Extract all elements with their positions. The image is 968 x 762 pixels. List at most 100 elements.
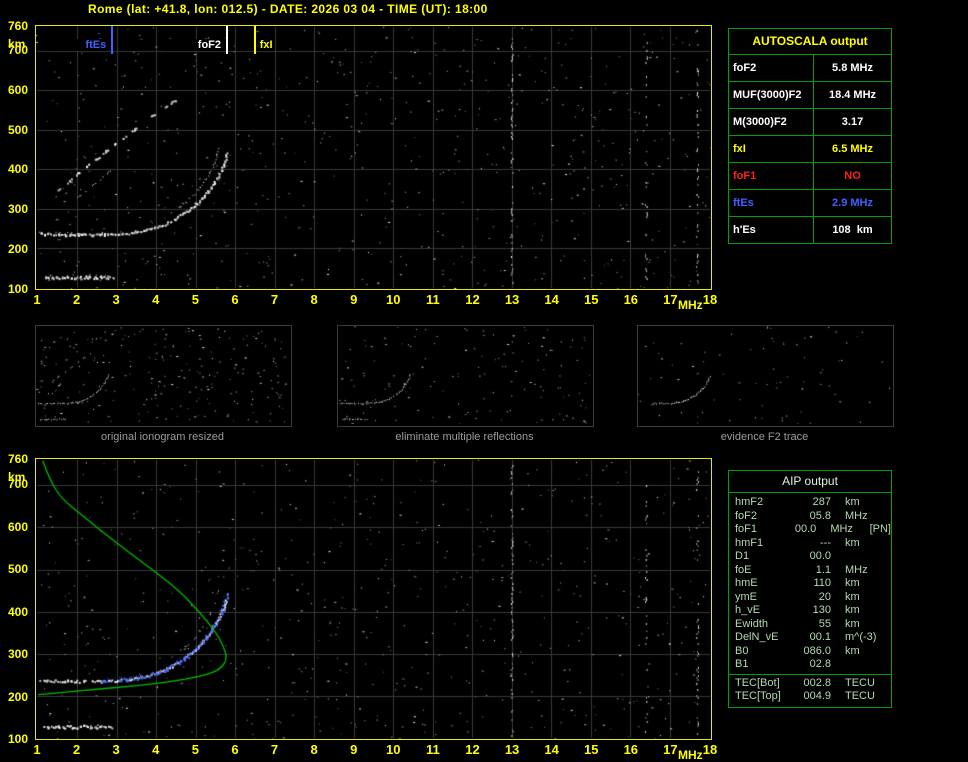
x-tick-label: 4 xyxy=(152,292,160,307)
table-row: foF2 5.8 MHz xyxy=(729,54,891,81)
y-tick-label: 300 xyxy=(8,647,29,662)
aip-row-label: hmF1 xyxy=(735,536,764,549)
aip-row-value: 00.0 xyxy=(809,550,831,562)
table-cell-label: foF2 xyxy=(729,55,814,81)
x-tick-label: 16 xyxy=(623,292,639,307)
aip-output-table: AIP output hmF2 287 km foF2 05.8 MHz foF1 00.0 M… xyxy=(728,470,892,708)
aip-row-value: 05.8 xyxy=(809,509,831,522)
aip-row-unit: MHz xyxy=(845,509,868,522)
ionogram-plot xyxy=(35,25,712,290)
x-tick-label: 8 xyxy=(310,292,318,307)
x-tick-label: 14 xyxy=(544,292,559,307)
aip-row: ymE 20 km xyxy=(729,591,891,605)
table-cell-value: 3.17 xyxy=(841,116,864,128)
table-cell-value: NO xyxy=(844,170,861,182)
thumbnail-evidence-f2-trace xyxy=(637,325,894,427)
ftEs-marker-label: ftEs xyxy=(50,39,107,51)
aip-row-extra xyxy=(889,537,891,551)
aip-row: TEC[Bot] 002.8 TECU xyxy=(729,677,891,691)
aip-row-label: DelN_vE xyxy=(735,631,779,643)
aip-row-extra xyxy=(889,658,891,672)
y-tick-label: 400 xyxy=(8,162,29,177)
x-tick-label: 2 xyxy=(72,292,81,307)
aip-row-value: 287 xyxy=(812,496,831,508)
aip-row-unit: TECU xyxy=(845,676,875,689)
table-cell-label: foF1 xyxy=(729,163,814,189)
thumbnail-eliminate-reflections xyxy=(337,325,594,427)
aip-row-value: 02.8 xyxy=(809,658,831,670)
table-row: M(3000)F2 3.17 xyxy=(729,108,891,135)
aip-row-extra xyxy=(889,631,891,645)
table-cell-value: 2.9 MHz xyxy=(832,197,873,209)
autoscala-table-rows: foF2 5.8 MHz MUF(3000)F2 18.4 MHz M(3000)F2 3… xyxy=(729,54,891,243)
table-row: h'Es 108 km xyxy=(729,216,891,243)
aip-row-label: hmE xyxy=(735,577,758,589)
y-tick-label: 100 xyxy=(8,282,29,296)
aip-row-unit: MHz xyxy=(830,523,853,535)
aip-row-extra: [PN] xyxy=(869,523,891,535)
table-cell-value: 18.4 MHz xyxy=(828,89,877,101)
table-row: ftEs 2.9 MHz xyxy=(729,189,891,216)
autoscala-table-title: AUTOSCALA output xyxy=(752,34,868,48)
aip-row-label: h_vE xyxy=(735,604,761,616)
aip-row: foE 1.1 MHz xyxy=(729,564,891,578)
aip-row: h_vE 130 km xyxy=(729,604,891,618)
aip-row-value: 00.1 xyxy=(809,631,831,643)
thumbnail-canvas xyxy=(338,326,591,424)
table-row: foF1 NO xyxy=(729,162,891,189)
x-tick-label: 12 xyxy=(465,292,480,307)
aip-row-value: 130 xyxy=(812,604,831,616)
aip-row-extra xyxy=(889,591,891,605)
thumbnail-original-ionogram xyxy=(35,325,292,427)
aip-row: hmF1 --- km xyxy=(729,537,891,551)
table-row: MUF(3000)F2 18.4 MHz xyxy=(729,81,891,108)
autoscala-window: { "title": "Rome (lat: +41.8, lon: 012.5… xyxy=(0,0,968,762)
aip-row: B0 086.0 km xyxy=(729,645,891,659)
x-tick-label: 10 xyxy=(386,292,401,307)
fxI-marker-label: fxI xyxy=(259,39,273,51)
aip-row-value: 086.0 xyxy=(803,644,831,657)
aip-row-label: B0 xyxy=(735,644,749,657)
aip-row-value: --- xyxy=(820,536,831,549)
x-axis-unit: MHz xyxy=(678,748,703,762)
aip-row-unit: km xyxy=(845,536,860,549)
y-tick-label: 500 xyxy=(8,122,29,137)
aip-row: TEC[Top] 004.9 TECU xyxy=(729,690,891,704)
aip-row-unit xyxy=(831,658,889,672)
aip-row-label: foF1 xyxy=(735,523,758,535)
thumbnail-canvas xyxy=(36,326,289,424)
aip-row-extra xyxy=(889,677,891,691)
aip-row: D1 00.0 xyxy=(729,550,891,564)
x-tick-label: 13 xyxy=(504,292,520,307)
aip-row-value: 004.9 xyxy=(803,690,831,702)
x-tick-label: 15 xyxy=(584,292,599,307)
aip-row-extra xyxy=(889,604,891,618)
y-tick-label: 400 xyxy=(8,604,29,619)
thumbnail-caption: eliminate multiple reflections xyxy=(395,431,534,443)
aip-row-unit: km xyxy=(845,617,860,630)
x-tick-label: 1 xyxy=(33,292,41,307)
x-tick-label: 6 xyxy=(231,292,239,307)
x-tick-label: 3 xyxy=(112,292,120,307)
aip-row-unit: km xyxy=(845,496,860,508)
table-cell-value: 6.5 MHz xyxy=(832,143,873,155)
aip-row-value: 002.8 xyxy=(803,676,831,689)
y-axis-unit: km xyxy=(8,37,26,51)
y-tick-label: 600 xyxy=(8,82,29,97)
table-row: fxI 6.5 MHz xyxy=(729,135,891,162)
aip-row-label: ymE xyxy=(735,590,757,603)
y-tick-label: 200 xyxy=(8,242,29,257)
aip-row-unit: km xyxy=(845,577,860,589)
aip-table-tec-rows: TEC[Bot] 002.8 TECU TEC[Top] 004.9 TECU xyxy=(729,673,891,707)
y-tick-label: 200 xyxy=(8,689,29,704)
autoscala-output-table: AUTOSCALA output foF2 5.8 MHz MUF(3000)F2 1… xyxy=(728,28,892,244)
aip-row-extra xyxy=(889,496,891,510)
table-cell-label: ftEs xyxy=(729,190,814,216)
x-tick-label: 5 xyxy=(191,292,199,307)
aip-row-label: B1 xyxy=(735,658,749,670)
aip-row: foF2 05.8 MHz xyxy=(729,510,891,524)
aip-row-unit: m^(-3) xyxy=(845,631,877,643)
aip-row-unit: km xyxy=(845,604,860,616)
aip-row-extra xyxy=(889,510,891,524)
aip-row: hmF2 287 km xyxy=(729,496,891,510)
